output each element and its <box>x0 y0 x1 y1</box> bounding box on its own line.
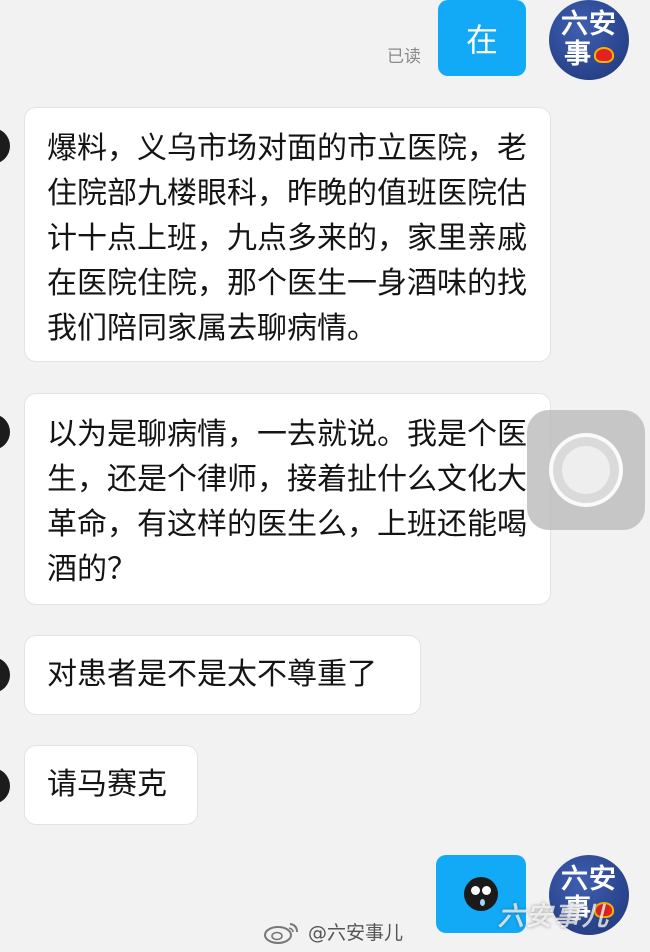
my-avatar[interactable]: 六安 事 <box>549 0 629 80</box>
received-message-bubble[interactable]: 爆料，义乌市场对面的市立医院，老住院部九楼眼科，昨晚的值班医院估计十点上班，九点… <box>24 107 551 362</box>
received-message-bubble[interactable]: 以为是聊病情，一去就说。我是个医生，还是个律师，接着扯什么文化大革命，有这样的医… <box>24 393 551 605</box>
avatar-line2: 事 <box>564 39 592 70</box>
my-message-text: 在 <box>465 21 498 59</box>
received-message-bubble[interactable]: 请马赛克 <box>24 745 198 825</box>
site-watermark: 六安事儿 <box>498 902 611 932</box>
weibo-icon <box>264 922 298 944</box>
sender-avatar[interactable] <box>0 128 10 164</box>
read-status: 已读 <box>387 47 421 67</box>
weibo-logo-icon <box>594 47 614 63</box>
assist-ring-icon <box>549 433 623 507</box>
avatar-line1: 六安 <box>561 9 617 40</box>
received-message-text: 爆料，义乌市场对面的市立医院，老住院部九楼眼科，昨晚的值班医院估计十点上班，九点… <box>47 131 527 346</box>
sender-avatar[interactable] <box>0 414 10 450</box>
floating-assist-button[interactable] <box>527 410 645 530</box>
weibo-watermark-text: @六安事儿 <box>308 922 404 944</box>
received-message-text: 请马赛克 <box>47 767 167 802</box>
sender-avatar[interactable] <box>0 657 10 693</box>
weibo-watermark: @六安事儿 <box>262 918 403 945</box>
received-message-bubble[interactable]: 对患者是不是太不尊重了 <box>24 635 421 715</box>
received-message-text: 以为是聊病情，一去就说。我是个医生，还是个律师，接着扯什么文化大革命，有这样的医… <box>47 417 527 587</box>
my-message-bubble[interactable]: 在 <box>438 0 526 76</box>
crying-emoji-icon <box>464 877 498 911</box>
sender-avatar[interactable] <box>0 768 10 804</box>
avatar-line1: 六安 <box>561 864 617 895</box>
received-message-text: 对患者是不是太不尊重了 <box>47 657 377 692</box>
